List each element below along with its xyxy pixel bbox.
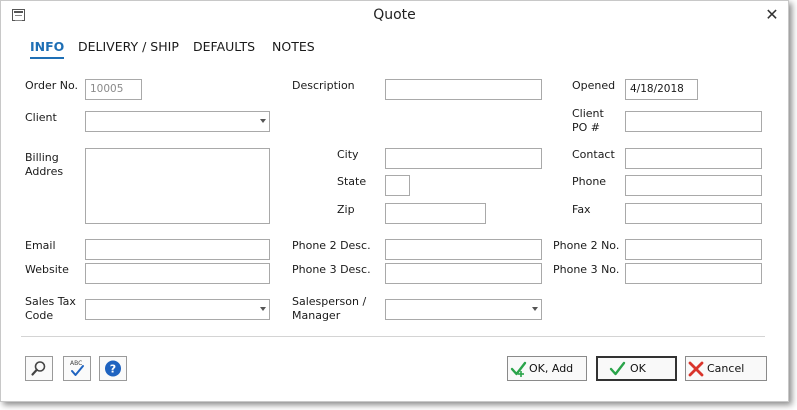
website-label: Website [25, 263, 69, 276]
city-label: City [337, 148, 359, 161]
contact-field[interactable] [625, 148, 762, 169]
opened-label: Opened [572, 79, 616, 92]
salesperson-label-line1: Salesperson / [292, 295, 367, 308]
client-label: Client [25, 111, 57, 124]
chevron-down-icon [532, 307, 538, 311]
ok-button[interactable]: OK [596, 356, 677, 381]
abc-spellcheck-icon: ABC [70, 360, 84, 376]
phone2-no-label: Phone 2 No. [553, 239, 620, 252]
magnifier-icon [31, 361, 46, 376]
red-x-icon [688, 361, 704, 377]
phone2-no-field[interactable] [625, 239, 762, 260]
phone3-no-label: Phone 3 No. [553, 263, 620, 276]
check-plus-icon [510, 361, 527, 377]
tab-delivery-ship[interactable]: DELIVERY / SHIP [78, 39, 179, 54]
sales-tax-code-combo[interactable] [85, 299, 270, 320]
phone3-no-field[interactable] [625, 263, 762, 284]
email-field[interactable] [85, 239, 270, 260]
tab-notes[interactable]: NOTES [272, 39, 315, 54]
client-combo[interactable] [85, 111, 270, 132]
billing-address-label-line1: Billing [25, 151, 59, 164]
quote-dialog: Quote ✕ INFO DELIVERY / SHIP DEFAULTS NO… [0, 0, 789, 402]
chevron-down-icon [260, 307, 266, 311]
website-field[interactable] [85, 263, 270, 284]
ok-add-button[interactable]: OK, Add [507, 356, 587, 381]
zip-field[interactable] [385, 203, 486, 224]
spellcheck-button[interactable]: ABC [63, 356, 91, 381]
opened-date-field[interactable]: 4/18/2018 [625, 79, 698, 100]
sales-tax-code-label-line1: Sales Tax [25, 295, 76, 308]
state-label: State [337, 175, 367, 188]
help-button[interactable]: ? [99, 356, 127, 381]
phone-label: Phone [572, 175, 607, 188]
fax-field[interactable] [625, 203, 762, 224]
description-field[interactable] [385, 79, 542, 100]
sales-tax-code-label-line2: Code [25, 309, 54, 322]
order-no-label: Order No. [25, 79, 79, 92]
cancel-button[interactable]: Cancel [685, 356, 767, 381]
checkmark-icon [609, 361, 626, 376]
zip-label: Zip [337, 203, 355, 216]
state-field[interactable] [385, 175, 410, 196]
svg-text:?: ? [110, 363, 116, 376]
client-po-label-line2: PO # [572, 121, 601, 134]
salesperson-combo[interactable] [385, 299, 542, 320]
contact-label: Contact [572, 148, 615, 161]
search-button[interactable] [25, 356, 53, 381]
window-title: Quote [373, 7, 416, 23]
billing-address-textarea[interactable] [85, 148, 270, 224]
tab-info[interactable]: INFO [30, 39, 65, 59]
city-field[interactable] [385, 148, 542, 169]
footer-divider [21, 336, 765, 337]
tab-defaults[interactable]: DEFAULTS [193, 39, 255, 54]
title-bar: Quote ✕ [1, 1, 788, 31]
phone3-desc-label: Phone 3 Desc. [292, 263, 371, 276]
chevron-down-icon [260, 119, 266, 123]
email-label: Email [25, 239, 56, 252]
svg-text:ABC: ABC [70, 360, 82, 367]
billing-address-label-line2: Addres [25, 165, 64, 178]
client-po-field[interactable] [625, 111, 762, 132]
cancel-label: Cancel [707, 362, 745, 375]
phone2-desc-field[interactable] [385, 239, 542, 260]
phone-field[interactable] [625, 175, 762, 196]
description-label: Description [292, 79, 355, 92]
close-icon[interactable]: ✕ [764, 5, 780, 25]
order-no-field[interactable]: 10005 [85, 79, 142, 100]
salesperson-label-line2: Manager [292, 309, 341, 322]
phone2-desc-label: Phone 2 Desc. [292, 239, 371, 252]
fax-label: Fax [572, 203, 591, 216]
client-po-label-line1: Client [572, 107, 604, 120]
ok-add-label: OK, Add [529, 362, 574, 375]
ok-label: OK [630, 362, 646, 375]
phone3-desc-field[interactable] [385, 263, 542, 284]
help-question-icon: ? [105, 360, 121, 377]
